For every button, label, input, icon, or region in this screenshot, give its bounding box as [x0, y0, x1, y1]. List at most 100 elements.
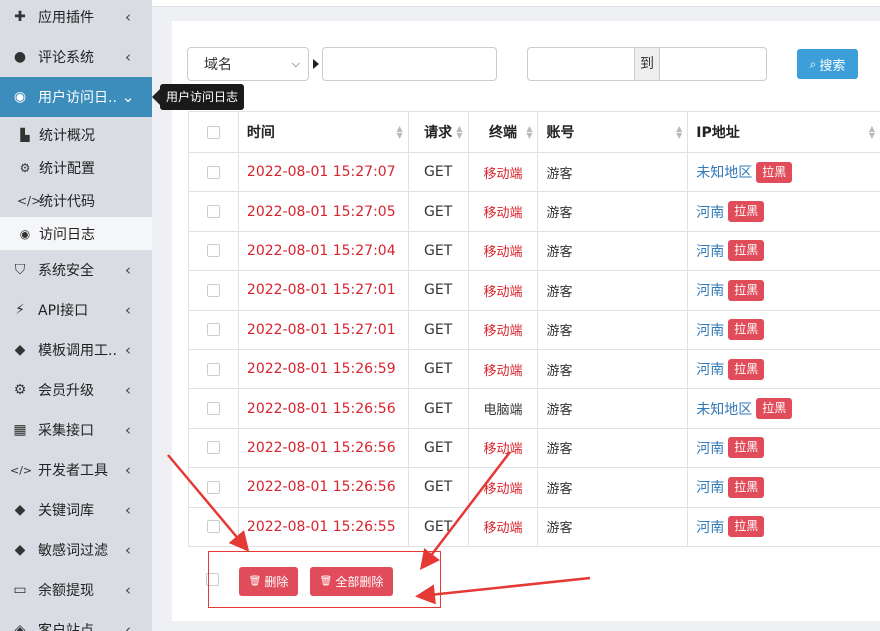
eye-icon: ◉ — [13, 89, 27, 105]
domain-select[interactable]: 域名 ⌵ — [187, 47, 309, 81]
sidebar-item-label: 客户站点 — [38, 623, 94, 631]
sort-icon: ▲ ▼ — [456, 124, 463, 140]
code-icon: </> — [17, 193, 42, 208]
ip-link[interactable]: 未知地区 — [696, 399, 752, 419]
blacklist-button[interactable]: 拉黑 — [728, 279, 765, 301]
method-text: GET — [424, 282, 453, 299]
time-text: 2022-08-01 15:27:01 — [246, 321, 396, 338]
ip-link[interactable]: 河南 — [696, 320, 724, 340]
sidebar-item-label: 会员升级 — [38, 383, 94, 399]
blacklist-button[interactable]: 拉黑 — [728, 476, 765, 498]
header-method[interactable]: 请求 ▲ ▼ — [409, 112, 469, 152]
cell-account: 游客 — [538, 389, 689, 428]
ip-link[interactable]: 河南 — [696, 438, 724, 458]
ip-link[interactable]: 河南 — [696, 359, 724, 379]
header-account[interactable]: 账号 ▲ ▼ — [538, 112, 689, 152]
cell-terminal: 移动端 — [469, 507, 539, 546]
blacklist-button[interactable]: 拉黑 — [728, 201, 765, 223]
sidebar-item-client-sites[interactable]: ◈ 客户站点 ‹ — [0, 610, 152, 631]
row-checkbox[interactable] — [206, 283, 220, 297]
row-checkbox[interactable] — [206, 362, 220, 376]
keyword-input[interactable] — [322, 47, 497, 81]
method-text: GET — [424, 321, 453, 338]
terminal-text: 移动端 — [483, 324, 523, 340]
row-checkbox[interactable] — [206, 480, 220, 494]
ip-link[interactable]: 河南 — [696, 202, 724, 222]
sidebar-item-label: 评论系统 — [38, 50, 94, 66]
active-indicator — [152, 89, 160, 105]
cell-ip: 河南 拉黑 — [688, 271, 880, 309]
sidebar-subitem-label: 统计配置 — [39, 160, 95, 177]
blacklist-button[interactable]: 拉黑 — [728, 516, 765, 538]
sidebar-item-keywords[interactable]: ◆ 关键词库 ‹ — [0, 490, 152, 530]
shield-icon: ⛉ — [14, 262, 26, 278]
sidebar-subitem-stats-overview[interactable]: ▙ 统计概况 — [0, 118, 152, 151]
blacklist-button[interactable]: 拉黑 — [756, 398, 793, 420]
blacklist-button[interactable]: 拉黑 — [728, 358, 765, 380]
row-select-cell — [189, 271, 239, 310]
sidebar-subitem-visit-log[interactable]: ◉ 访问日志 — [0, 217, 152, 250]
sidebar-subitem-stats-config[interactable]: ⚙ 统计配置 — [0, 151, 152, 184]
cell-method: GET — [409, 153, 469, 192]
cell-ip: 河南 拉黑 — [688, 468, 880, 506]
blacklist-button[interactable]: 拉黑 — [728, 319, 765, 341]
bar-chart-icon: ▙ — [20, 127, 30, 142]
chevron-left-icon: ‹ — [125, 341, 131, 359]
chevron-down-icon: ⌵ — [291, 57, 300, 70]
date-end-input[interactable] — [659, 47, 767, 81]
ip-link[interactable]: 河南 — [696, 517, 724, 537]
ip-link[interactable]: 未知地区 — [696, 162, 752, 182]
sidebar-item-sensitive-words[interactable]: ◆ 敏感词过滤 ‹ — [0, 530, 152, 570]
cell-time: 2022-08-01 15:27:01 — [239, 310, 409, 349]
ip-link[interactable]: 河南 — [696, 280, 724, 300]
chevron-left-icon: ‹ — [125, 501, 131, 519]
sidebar-item-comments[interactable]: ● 评论系统 ‹ — [0, 37, 152, 77]
sidebar-item-member-upgrade[interactable]: ⚙ 会员升级 ‹ — [0, 370, 152, 410]
chevron-left-icon: ‹ — [125, 421, 131, 439]
sidebar-item-security[interactable]: ⛉ 系统安全 ‹ — [0, 250, 152, 290]
sidebar-item-api[interactable]: ⚡ API接口 ‹ — [0, 290, 152, 330]
time-text: 2022-08-01 15:26:56 — [246, 439, 396, 456]
sidebar-item-label: 用户访问日... — [38, 90, 118, 106]
row-checkbox[interactable] — [206, 441, 220, 455]
row-checkbox[interactable] — [206, 402, 220, 416]
ip-link[interactable]: 河南 — [696, 241, 724, 261]
header-terminal[interactable]: 终端 ▲ ▼ — [469, 112, 539, 152]
gear-icon: ⚙ — [19, 160, 31, 175]
sidebar-item-visit-log[interactable]: ◉ 用户访问日... ⌄ — [0, 77, 152, 117]
blacklist-button[interactable]: 拉黑 — [728, 240, 765, 262]
row-checkbox[interactable] — [206, 520, 220, 534]
terminal-text: 电脑端 — [483, 403, 523, 419]
row-checkbox[interactable] — [206, 323, 220, 337]
cell-time: 2022-08-01 15:27:05 — [239, 192, 409, 231]
cell-method: GET — [409, 349, 469, 389]
sidebar-item-template-tools[interactable]: ◆ 模板调用工... ‹ — [0, 330, 152, 370]
blacklist-button[interactable]: 拉黑 — [756, 161, 793, 183]
row-checkbox[interactable] — [206, 205, 220, 219]
blacklist-button[interactable]: 拉黑 — [728, 437, 765, 459]
date-start-input[interactable] — [527, 47, 635, 81]
search-button[interactable]: ⌕ 搜索 — [797, 49, 858, 79]
sidebar-item-plugins[interactable]: ✚ 应用插件 ‹ — [0, 0, 152, 37]
caret-right-icon — [313, 59, 319, 69]
header-ip[interactable]: IP地址 ▲ ▼ — [688, 112, 880, 152]
chevron-left-icon: ‹ — [125, 261, 131, 279]
chevron-left-icon: ‹ — [125, 581, 131, 599]
table-row: 2022-08-01 15:27:04 GET 移动端 游客 河南 拉黑 — [189, 231, 880, 272]
cell-ip: 河南 拉黑 — [688, 508, 880, 546]
row-checkbox[interactable] — [206, 244, 220, 258]
sidebar-item-withdraw[interactable]: ▭ 余额提现 ‹ — [0, 570, 152, 610]
top-bar — [152, 0, 880, 7]
header-time[interactable]: 时间 ▲ ▼ — [239, 112, 409, 152]
cell-method: GET — [409, 428, 469, 468]
sidebar-item-dev-tools[interactable]: </> 开发者工具 ‹ — [0, 450, 152, 490]
select-all-checkbox[interactable] — [206, 125, 220, 139]
chevron-left-icon: ‹ — [125, 8, 131, 26]
sidebar-subitem-stats-code[interactable]: </> 统计代码 — [0, 184, 152, 217]
sidebar: ✚ 应用插件 ‹ ● 评论系统 ‹ ◉ 用户访问日... ⌄ ▙ 统计概况 ⚙ … — [0, 0, 152, 631]
row-checkbox[interactable] — [206, 165, 220, 179]
sidebar-item-collect-api[interactable]: ▦ 采集接口 ‹ — [0, 410, 152, 450]
account-text: 游客 — [546, 245, 573, 261]
ip-link[interactable]: 河南 — [696, 477, 724, 497]
account-text: 游客 — [546, 521, 573, 537]
